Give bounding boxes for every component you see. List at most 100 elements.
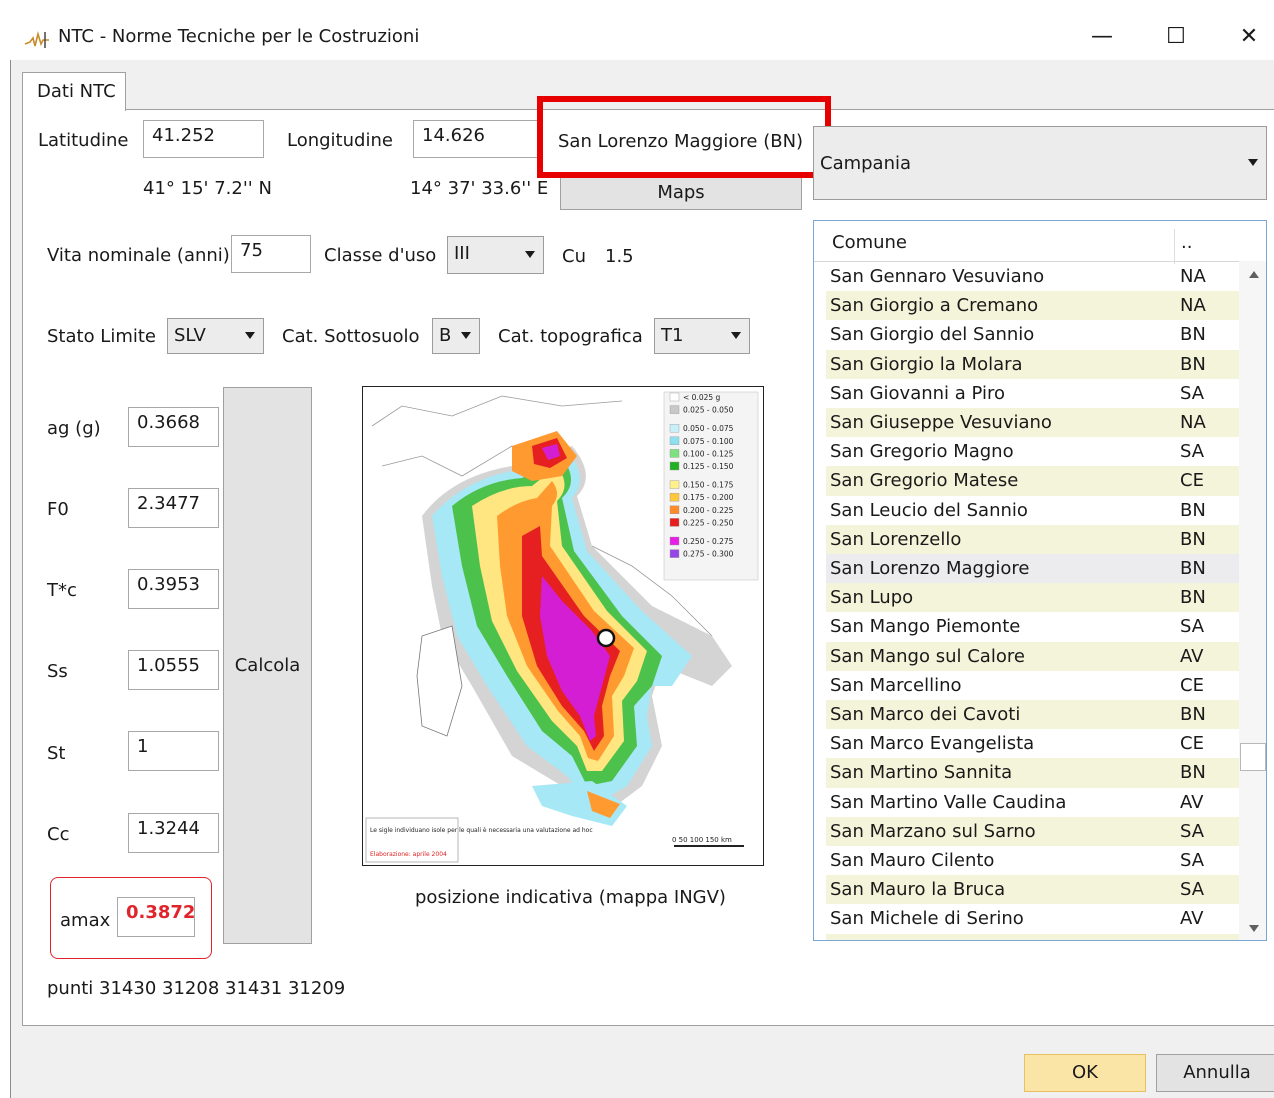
comune-cell: San Marzano sul Sarno — [830, 820, 1036, 842]
chevron-down-icon — [1248, 159, 1258, 166]
maximize-button[interactable]: ☐ — [1156, 22, 1196, 52]
close-button[interactable]: ✕ — [1229, 22, 1269, 52]
chevron-down-icon — [245, 332, 255, 339]
latitude-label: Latitudine — [38, 130, 129, 151]
table-row[interactable]: San Gregorio Magno SA — [826, 437, 1239, 466]
region-select[interactable]: Campania — [813, 126, 1267, 200]
table-row[interactable]: San Gennaro Vesuviano NA — [826, 262, 1239, 291]
legend-label: 0.025 - 0.050 — [683, 406, 734, 415]
ok-button[interactable]: OK — [1024, 1054, 1146, 1092]
prov-cell: NA — [1180, 412, 1206, 433]
legend-label: 0.125 - 0.150 — [683, 462, 734, 471]
table-row[interactable]: San Martino Valle Caudina AV — [826, 788, 1239, 817]
f0-value[interactable]: 2.3477 — [128, 488, 219, 528]
legend-label: 0.100 - 0.125 — [683, 449, 734, 458]
window-title: NTC - Norme Tecniche per le Costruzioni — [58, 26, 420, 47]
table-row[interactable]: San Mango sul Calore AV — [826, 641, 1239, 671]
longitude-input[interactable]: 14.626 — [413, 120, 538, 158]
comune-cell: San Mauro Cilento — [830, 850, 995, 871]
prov-cell: NA — [1180, 266, 1206, 287]
vita-input[interactable]: 75 — [231, 235, 311, 273]
table-header: Comune .. — [814, 221, 1239, 264]
prov-cell: BN — [1180, 934, 1206, 940]
comune-cell: San Lorenzo Maggiore — [830, 558, 1030, 579]
cc-label: Cc — [47, 824, 70, 845]
table-row[interactable]: San Gregorio Matese CE — [826, 466, 1239, 496]
location-marker-icon — [596, 628, 616, 648]
minimize-button[interactable]: — — [1082, 22, 1122, 52]
prov-cell: SA — [1180, 879, 1205, 901]
longitude-label: Longitudine — [287, 130, 393, 151]
amax-value[interactable]: 0.3872 — [117, 897, 195, 937]
table-row[interactable]: San Mango Piemonte SA — [826, 612, 1239, 641]
latitude-input[interactable]: 41.252 — [143, 120, 264, 158]
prov-cell: BN — [1180, 499, 1206, 521]
legend-label: 0.075 - 0.100 — [683, 437, 734, 446]
cc-value[interactable]: 1.3244 — [128, 813, 219, 853]
table-row[interactable]: San Leucio del Sannio BN — [826, 496, 1239, 525]
comune-table[interactable]: Comune .. San Gennaro Vesuviano NA San Gio… — [813, 220, 1267, 941]
table-row[interactable]: San Giorgio a Cremano NA — [826, 291, 1239, 321]
hazard-map: < 0.025 g 0.025 - 0.050 0.050 - 0.075 0.075… — [362, 386, 764, 866]
table-row[interactable]: San Giorgio la Molara BN — [826, 349, 1239, 379]
prov-cell: BN — [1180, 558, 1206, 579]
table-row[interactable]: San Giorgio del Sannio BN — [826, 320, 1239, 349]
comune-cell: San Gregorio Magno — [830, 441, 1014, 463]
tab-dati-ntc[interactable]: Dati NTC — [22, 72, 126, 111]
legend-label: < 0.025 g — [683, 393, 721, 402]
comune-cell: San Gregorio Matese — [830, 470, 1019, 492]
comune-cell: San Giovanni a Piro — [830, 382, 1005, 404]
comune-cell: San Giorgio la Molara — [830, 353, 1023, 375]
comune-cell: San Michele di Serino — [830, 908, 1024, 930]
scroll-thumb[interactable] — [1240, 743, 1266, 771]
table-row[interactable]: San Michele di Serino AV — [826, 904, 1239, 933]
topografica-label: Cat. topografica — [498, 326, 643, 347]
chevron-down-icon — [731, 332, 741, 339]
table-row[interactable]: San Mauro Cilento SA — [826, 846, 1239, 875]
table-row[interactable]: San Marzano sul Sarno SA — [826, 816, 1239, 846]
tc-label: T*c — [47, 580, 77, 601]
table-row[interactable]: San Marco Evangelista CE — [826, 729, 1239, 758]
stato-select[interactable]: SLV — [167, 318, 264, 354]
vertical-scrollbar[interactable] — [1239, 261, 1266, 940]
column-header-comune[interactable]: Comune — [832, 232, 907, 253]
classe-value: III — [454, 243, 470, 264]
maps-button[interactable]: Maps — [560, 176, 802, 210]
table-row[interactable]: San Nicola BN — [826, 933, 1239, 940]
cancel-button[interactable]: Annulla — [1156, 1054, 1274, 1092]
table-row[interactable]: San Giuseppe Vesuviano NA — [826, 408, 1239, 438]
legend-swatch — [669, 449, 680, 458]
table-row[interactable]: San Marcellino CE — [826, 671, 1239, 700]
table-row[interactable]: San Marco dei Cavoti BN — [826, 700, 1239, 730]
column-header-prov[interactable]: .. — [1174, 229, 1192, 264]
latitude-dms: 41° 15' 7.2'' N — [143, 178, 272, 199]
scroll-up-icon[interactable] — [1249, 271, 1259, 278]
stato-label: Stato Limite — [47, 326, 157, 347]
ag-value[interactable]: 0.3668 — [128, 407, 219, 447]
tc-value[interactable]: 0.3953 — [128, 569, 219, 609]
comune-cell: San Lorenzello — [830, 528, 962, 550]
table-row[interactable]: San Giovanni a Piro SA — [826, 379, 1239, 408]
scroll-down-icon[interactable] — [1249, 925, 1259, 932]
prov-cell: BN — [1180, 324, 1206, 346]
topografica-select[interactable]: T1 — [654, 318, 750, 354]
sottosuolo-select[interactable]: B — [432, 318, 480, 354]
comune-cell: San Gennaro Vesuviano — [830, 266, 1045, 287]
chevron-down-icon — [461, 332, 471, 339]
legend-swatch — [669, 436, 680, 445]
ss-value[interactable]: 1.0555 — [128, 650, 219, 690]
map-note2: Elaborazione: aprile 2004 — [370, 851, 447, 858]
calcola-button[interactable]: Calcola — [223, 387, 312, 944]
table-row[interactable]: San Lorenzo Maggiore BN — [826, 554, 1239, 584]
map-caption: posizione indicativa (mappa INGV) — [415, 887, 726, 908]
table-row[interactable]: San Martino Sannita BN — [826, 758, 1239, 788]
table-row[interactable]: San Lupo BN — [826, 583, 1239, 613]
cu-value: 1.5 — [605, 246, 634, 267]
table-row[interactable]: San Lorenzello BN — [826, 524, 1239, 554]
prov-cell: AV — [1180, 645, 1204, 667]
classe-select[interactable]: III — [447, 236, 544, 274]
table-row[interactable]: San Mauro la Bruca SA — [826, 875, 1239, 905]
st-value[interactable]: 1 — [128, 731, 219, 771]
region-value: Campania — [820, 153, 912, 174]
topografica-value: T1 — [661, 325, 684, 346]
